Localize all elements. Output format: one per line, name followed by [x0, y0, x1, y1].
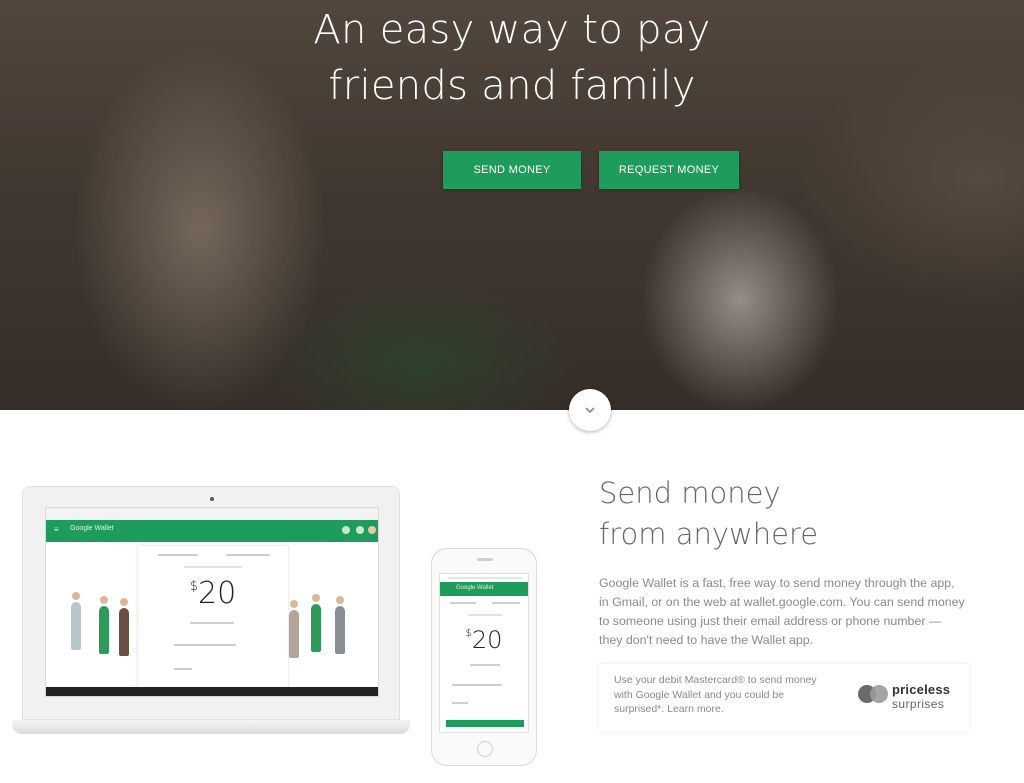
hero-banner: An easy way to pay friends and family SE… [0, 0, 1024, 410]
chevron-down-icon [585, 407, 595, 414]
phone-send-button [446, 720, 524, 727]
section-title-line1: Send money [599, 476, 781, 510]
laptop-camera [210, 497, 214, 501]
phone-speaker [477, 558, 493, 561]
phone-funding-line [470, 664, 500, 666]
send-money-button[interactable]: SEND MONEY [443, 151, 581, 189]
person-head [100, 596, 108, 604]
person-head [290, 600, 298, 608]
laptop-currency-symbol: $ [189, 579, 199, 594]
phone-memo-line [452, 702, 468, 704]
phone-tab-request [492, 602, 520, 604]
funding-line [190, 622, 234, 624]
laptop-app-bar: ≡ Google Wallet [46, 520, 378, 542]
phone-recipient-line [452, 684, 502, 686]
hero-title-line2: friends and family [328, 63, 696, 109]
section-title-line2: from anywhere [599, 517, 819, 551]
priceless-brand-text: priceless [892, 682, 951, 697]
laptop-mockup: ≡ Google Wallet $20 [12, 486, 410, 744]
person-figure [311, 604, 321, 652]
promo-text-block: Use your debit Mastercard® to send money… [614, 673, 834, 717]
tab-send-line [158, 554, 198, 556]
laptop-shelf [46, 687, 378, 696]
request-money-button[interactable]: REQUEST MONEY [599, 151, 739, 189]
mastercard-promo-box: Use your debit Mastercard® to send money… [599, 664, 969, 732]
card-caption-line [184, 566, 242, 568]
person-head [336, 596, 344, 604]
mastercard-logo-icon [858, 685, 888, 703]
person-figure [289, 610, 299, 658]
notifications-icon [356, 526, 364, 534]
laptop-base [12, 720, 410, 734]
laptop-amount: $20 [138, 576, 288, 611]
menu-icon: ≡ [54, 525, 59, 534]
person-figure [99, 606, 109, 654]
person-head [312, 594, 320, 602]
send-money-card: $20 [138, 546, 288, 696]
phone-mockup: Google Wallet $20 [431, 548, 537, 766]
person-head [72, 592, 80, 600]
person-figure [119, 608, 129, 656]
phone-app-bar: Google Wallet [440, 582, 528, 596]
phone-screen: Google Wallet $20 [439, 573, 529, 733]
phone-caption-line [468, 614, 502, 616]
hero-title-line1: An easy way to pay [313, 7, 711, 53]
laptop-lid: ≡ Google Wallet $20 [22, 486, 400, 720]
scroll-down-button[interactable] [569, 389, 611, 431]
phone-amount-value: 20 [471, 626, 503, 654]
hero-title: An easy way to pay friends and family [0, 2, 1024, 114]
memo-line [174, 668, 192, 670]
section-title: Send money from anywhere [599, 473, 818, 555]
person-figure [335, 606, 345, 654]
phone-tab-send [450, 602, 476, 604]
section-description: Google Wallet is a fast, free way to sen… [599, 576, 965, 647]
person-figure [71, 602, 81, 650]
tab-request-line [226, 554, 270, 556]
apps-icon [342, 526, 350, 534]
mastercard-circle-right [870, 685, 888, 703]
person-head [120, 598, 128, 606]
phone-url-bar [448, 577, 522, 579]
phone-amount: $20 [440, 626, 528, 654]
surprises-brand-text: surprises [892, 697, 945, 711]
laptop-app-name: Google Wallet [70, 525, 114, 532]
recipient-line [174, 644, 236, 646]
laptop-screen: ≡ Google Wallet $20 [45, 507, 379, 697]
phone-home-button [477, 741, 493, 757]
laptop-amount-value: 20 [198, 576, 237, 611]
phone-currency-symbol: $ [465, 628, 472, 639]
phone-app-name: Google Wallet [456, 585, 494, 591]
learn-more-link[interactable]: Learn more. [667, 703, 724, 715]
avatar [368, 526, 376, 534]
